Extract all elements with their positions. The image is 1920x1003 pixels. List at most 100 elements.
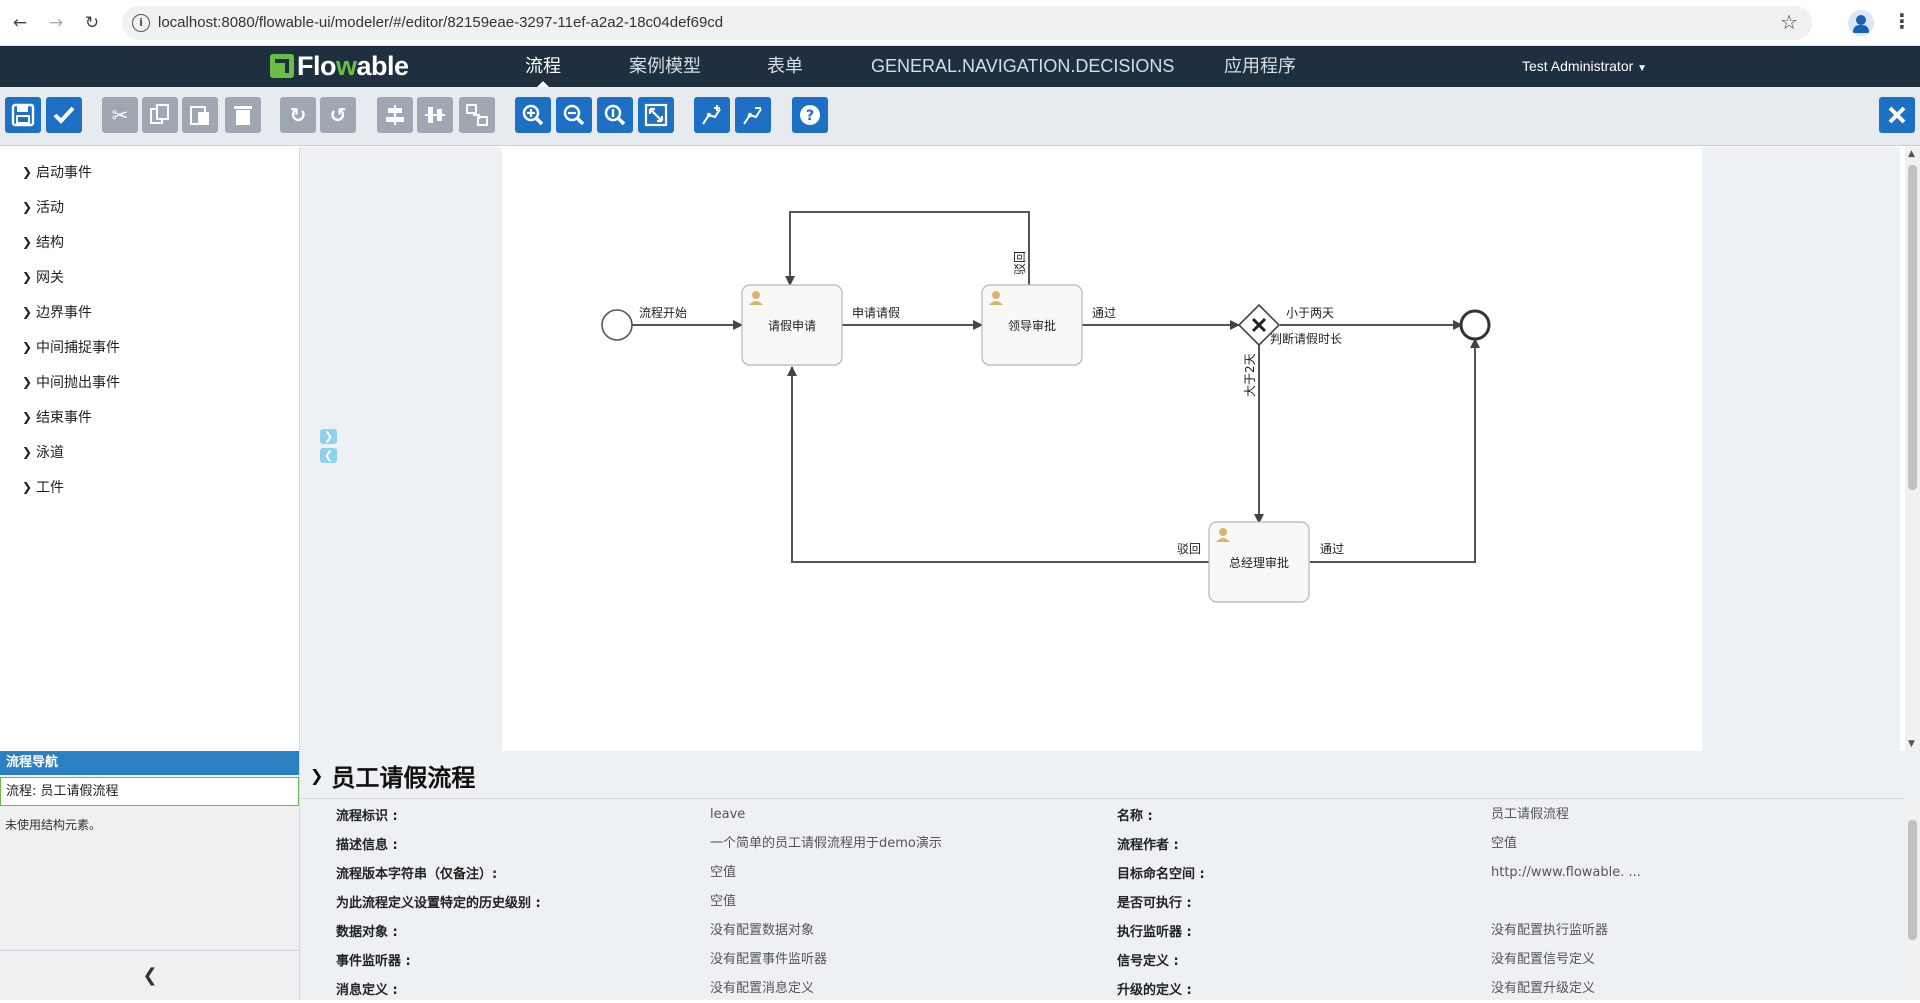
align-horizontal-button[interactable] bbox=[377, 97, 413, 133]
flow-more-two-label: 大于2天 bbox=[1243, 353, 1257, 397]
zoom-fit-button[interactable] bbox=[638, 97, 674, 133]
zoom-fit-icon bbox=[644, 103, 668, 127]
start-event[interactable] bbox=[601, 309, 633, 341]
nav-apps[interactable]: 应用程序 bbox=[1224, 46, 1296, 87]
undo-button[interactable]: ↺ bbox=[320, 97, 356, 133]
prop-value[interactable]: 没有配置升级定义 bbox=[1491, 977, 1595, 1001]
palette-group-gateways[interactable]: ❯ 网关 bbox=[22, 266, 64, 288]
redo-button[interactable]: ↻ bbox=[280, 97, 316, 133]
task-apply[interactable]: 请假申请 bbox=[741, 284, 843, 366]
browser-menu-icon[interactable]: ⋮ bbox=[1892, 9, 1912, 33]
palette-group-throwing-events[interactable]: ❯ 中间抛出事件 bbox=[22, 371, 120, 393]
prop-value[interactable]: 没有配置信号定义 bbox=[1491, 948, 1595, 972]
address-bar[interactable]: i localhost:8080/flowable-ui/modeler/#/e… bbox=[122, 6, 1812, 40]
palette-group-label: 结构 bbox=[36, 235, 64, 251]
copy-button[interactable] bbox=[142, 97, 178, 133]
prop-value[interactable]: http://www.flowable. ... bbox=[1491, 861, 1641, 885]
profile-avatar-icon[interactable] bbox=[1848, 10, 1874, 36]
palette-group-label: 网关 bbox=[36, 270, 64, 286]
user-name: Test Administrator bbox=[1522, 58, 1634, 74]
bpmn-canvas[interactable]: 请假申请 领导审批 总经理审批 流程开始 申请请假 通过 驳回 小于两天 判断请… bbox=[502, 147, 1702, 751]
flow-reject-leader[interactable] bbox=[785, 211, 1030, 286]
flowable-logo[interactable]: Flowable bbox=[270, 49, 409, 83]
nav-case-models[interactable]: 案例模型 bbox=[629, 46, 701, 87]
expand-palette-button[interactable]: ❯ bbox=[320, 429, 337, 444]
align-vertical-button[interactable] bbox=[417, 97, 453, 133]
validate-button[interactable] bbox=[46, 97, 82, 133]
properties-title[interactable]: ❯ 员工请假流程 bbox=[310, 757, 475, 793]
prop-value[interactable]: 空值 bbox=[1491, 832, 1517, 856]
properties-scrollbar[interactable] bbox=[1905, 800, 1920, 1000]
collapse-navigation-button[interactable]: ❮ bbox=[0, 950, 300, 1000]
prop-value[interactable]: 没有配置执行监听器 bbox=[1491, 919, 1608, 943]
close-icon bbox=[1888, 106, 1906, 124]
logo-text: Flowable bbox=[297, 50, 409, 81]
back-icon[interactable]: ← bbox=[8, 11, 32, 35]
zoom-out-button[interactable] bbox=[556, 97, 592, 133]
task-leader-label: 领导审批 bbox=[1008, 318, 1056, 333]
user-menu[interactable]: Test Administrator ▼ bbox=[1522, 46, 1647, 89]
nav-forms[interactable]: 表单 bbox=[767, 46, 803, 87]
prop-value[interactable]: 没有配置事件监听器 bbox=[710, 948, 827, 972]
navigation-header: 流程导航 bbox=[0, 751, 299, 775]
same-size-button[interactable] bbox=[459, 97, 495, 133]
scroll-down-icon[interactable]: ▼ bbox=[1908, 739, 1915, 749]
chevron-left-icon: ❮ bbox=[142, 965, 158, 986]
flow-reject-leader-label: 驳回 bbox=[1013, 251, 1027, 275]
palette-group-activities[interactable]: ❯ 活动 bbox=[22, 196, 64, 218]
close-editor-button[interactable] bbox=[1879, 97, 1915, 133]
task-leader[interactable]: 领导审批 bbox=[981, 284, 1083, 366]
navigation-note: 未使用结构元素。 bbox=[5, 818, 102, 832]
scroll-thumb[interactable] bbox=[1908, 820, 1917, 940]
remove-bendpoint-button[interactable] bbox=[735, 97, 771, 133]
app-header: Flowable 流程 案例模型 表单 GENERAL.NAVIGATION.D… bbox=[0, 46, 1920, 89]
palette-group-catching-events[interactable]: ❯ 中间捕捉事件 bbox=[22, 336, 120, 358]
palette-group-end-events[interactable]: ❯ 结束事件 bbox=[22, 406, 92, 428]
cut-button[interactable]: ✂ bbox=[102, 97, 138, 133]
add-bendpoint-button[interactable] bbox=[694, 97, 730, 133]
nav-decisions[interactable]: GENERAL.NAVIGATION.DECISIONS bbox=[871, 46, 1174, 87]
task-manager[interactable]: 总经理审批 bbox=[1208, 521, 1310, 603]
collapse-palette-button[interactable]: ❮ bbox=[320, 448, 337, 463]
end-event[interactable] bbox=[1459, 309, 1491, 341]
scroll-thumb[interactable] bbox=[1908, 165, 1917, 490]
palette-group-boundary-events[interactable]: ❯ 边界事件 bbox=[22, 301, 92, 323]
palette-group-start-events[interactable]: ❯ 启动事件 bbox=[22, 161, 92, 183]
palette-group-artifacts[interactable]: ❯ 工件 bbox=[22, 476, 64, 498]
palette-group-swimlanes[interactable]: ❯ 泳道 bbox=[22, 441, 64, 463]
chevron-right-icon: ❯ bbox=[22, 445, 33, 459]
bookmark-star-icon[interactable]: ☆ bbox=[1780, 10, 1798, 34]
flow-leader-pass-label: 通过 bbox=[1092, 306, 1116, 320]
help-icon: ? bbox=[800, 105, 820, 125]
navigation-selected-process[interactable]: 流程: 员工请假流程 bbox=[0, 777, 299, 806]
nav-processes[interactable]: 流程 bbox=[525, 46, 561, 88]
zoom-in-button[interactable] bbox=[515, 97, 551, 133]
prop-value[interactable]: 空值 bbox=[710, 861, 736, 885]
prop-value[interactable]: 空值 bbox=[710, 890, 736, 914]
palette-group-structural[interactable]: ❯ 结构 bbox=[22, 231, 64, 253]
prop-label: 升级的定义 : bbox=[1117, 983, 1192, 998]
forward-icon[interactable]: → bbox=[44, 11, 68, 35]
prop-value[interactable]: 员工请假流程 bbox=[1491, 803, 1569, 827]
scroll-up-icon[interactable]: ▲ bbox=[1908, 149, 1915, 159]
bpmn-diagram[interactable]: 请假申请 领导审批 总经理审批 流程开始 申请请假 通过 驳回 小于两天 判断请… bbox=[502, 147, 1702, 751]
delete-button[interactable] bbox=[225, 97, 261, 133]
flow-reject-manager[interactable] bbox=[787, 366, 1209, 563]
prop-value[interactable]: 没有配置消息定义 bbox=[710, 977, 814, 1001]
prop-label: 流程标识 : bbox=[336, 809, 398, 824]
flow-manager-pass[interactable] bbox=[1310, 338, 1480, 563]
save-button[interactable] bbox=[5, 97, 41, 133]
paste-button[interactable] bbox=[182, 97, 218, 133]
zoom-actual-button[interactable] bbox=[597, 97, 633, 133]
flow-less-two-label: 小于两天 bbox=[1286, 306, 1334, 320]
site-info-icon[interactable]: i bbox=[132, 14, 150, 32]
help-button[interactable]: ? bbox=[792, 97, 828, 133]
canvas-scrollbar[interactable]: ▲ ▼ bbox=[1905, 147, 1920, 751]
prop-value[interactable]: leave bbox=[710, 803, 745, 827]
prop-value[interactable]: 没有配置数据对象 bbox=[710, 919, 814, 943]
task-apply-label: 请假申请 bbox=[768, 319, 816, 333]
reload-icon[interactable]: ↻ bbox=[80, 11, 104, 35]
prop-label: 信号定义 : bbox=[1117, 954, 1179, 969]
prop-value[interactable]: 一个简单的员工请假流程用于demo演示 bbox=[710, 832, 942, 856]
chevron-right-icon: ❯ bbox=[22, 305, 33, 319]
